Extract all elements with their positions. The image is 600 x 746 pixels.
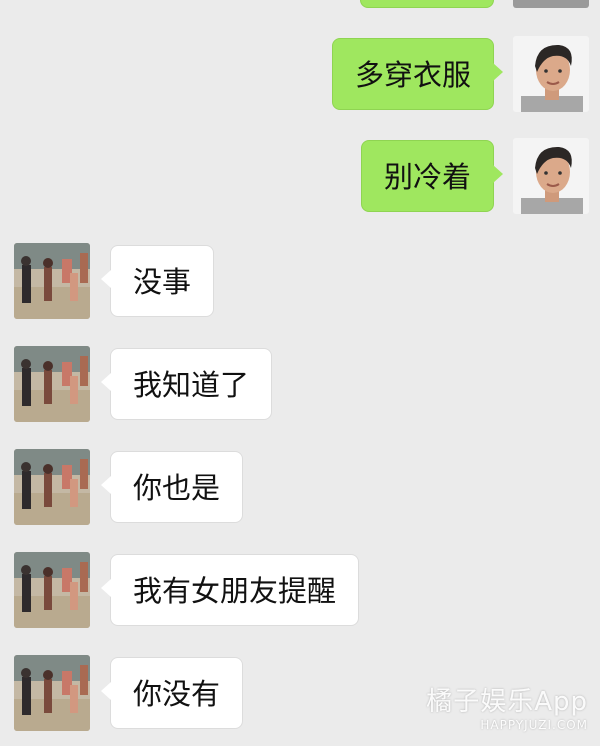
message-bubble-incoming[interactable]: 你没有 bbox=[101, 657, 244, 729]
message-text: 我知道了 bbox=[133, 368, 250, 402]
man-portrait-avatar-icon bbox=[513, 138, 589, 214]
contact-avatar[interactable] bbox=[14, 449, 90, 525]
bubble-tail bbox=[101, 270, 111, 288]
message-text: 多穿衣服 bbox=[354, 58, 471, 92]
message-bubble-incoming[interactable]: 你也是 bbox=[101, 451, 244, 523]
message-row-incoming: 你也是 bbox=[0, 449, 600, 527]
chat-message-list[interactable]: 多穿衣服 别冷着 没事 我知道了 你也是 我有女朋友提醒 你没有 橘子娱乐App… bbox=[0, 0, 600, 746]
contact-avatar[interactable] bbox=[14, 552, 90, 628]
contact-avatar[interactable] bbox=[14, 655, 90, 731]
outdoor-photo-avatar-icon bbox=[14, 243, 90, 319]
contact-avatar[interactable] bbox=[14, 243, 90, 319]
message-bubble-outgoing[interactable]: 别冷着 bbox=[360, 140, 503, 212]
message-text: 别冷着 bbox=[383, 160, 471, 194]
message-row-incoming: 我知道了 bbox=[0, 346, 600, 424]
my-avatar[interactable] bbox=[513, 36, 589, 112]
my-avatar[interactable] bbox=[513, 138, 589, 214]
outdoor-photo-avatar-icon bbox=[14, 449, 90, 525]
watermark: 橘子娱乐App HAPPYJUZI.COM bbox=[426, 681, 588, 732]
bubble-tail bbox=[101, 579, 111, 597]
message-bubble-outgoing[interactable]: 多穿衣服 bbox=[331, 38, 503, 110]
contact-avatar[interactable] bbox=[14, 346, 90, 422]
message-text: 没事 bbox=[133, 265, 192, 299]
watermark-subtitle: HAPPYJUZI.COM bbox=[480, 718, 588, 732]
message-bubble-incoming[interactable]: 我有女朋友提醒 bbox=[101, 554, 360, 626]
bubble-tail bbox=[493, 165, 503, 183]
message-bubble-outgoing[interactable] bbox=[360, 0, 494, 8]
message-row-incoming: 没事 bbox=[0, 243, 600, 321]
message-text: 我有女朋友提醒 bbox=[133, 574, 337, 608]
bubble-tail bbox=[101, 373, 111, 391]
message-bubble-incoming[interactable]: 我知道了 bbox=[101, 348, 273, 420]
message-row-outgoing: 多穿衣服 bbox=[0, 36, 600, 114]
message-row-outgoing bbox=[0, 0, 600, 16]
man-portrait-avatar-icon bbox=[513, 36, 589, 112]
outdoor-photo-avatar-icon bbox=[14, 552, 90, 628]
message-text: 你也是 bbox=[133, 471, 221, 505]
my-avatar[interactable] bbox=[513, 0, 589, 8]
message-text: 你没有 bbox=[133, 677, 221, 711]
outdoor-photo-avatar-icon bbox=[14, 655, 90, 731]
message-row-outgoing: 别冷着 bbox=[0, 138, 600, 218]
bubble-tail bbox=[493, 63, 503, 81]
bubble-tail bbox=[101, 682, 111, 700]
outdoor-photo-avatar-icon bbox=[14, 346, 90, 422]
message-row-incoming: 我有女朋友提醒 bbox=[0, 552, 600, 630]
watermark-title: 橘子娱乐App bbox=[426, 687, 588, 717]
message-bubble-incoming[interactable]: 没事 bbox=[101, 245, 215, 317]
man-portrait-avatar-icon bbox=[513, 0, 589, 8]
bubble-tail bbox=[101, 476, 111, 494]
